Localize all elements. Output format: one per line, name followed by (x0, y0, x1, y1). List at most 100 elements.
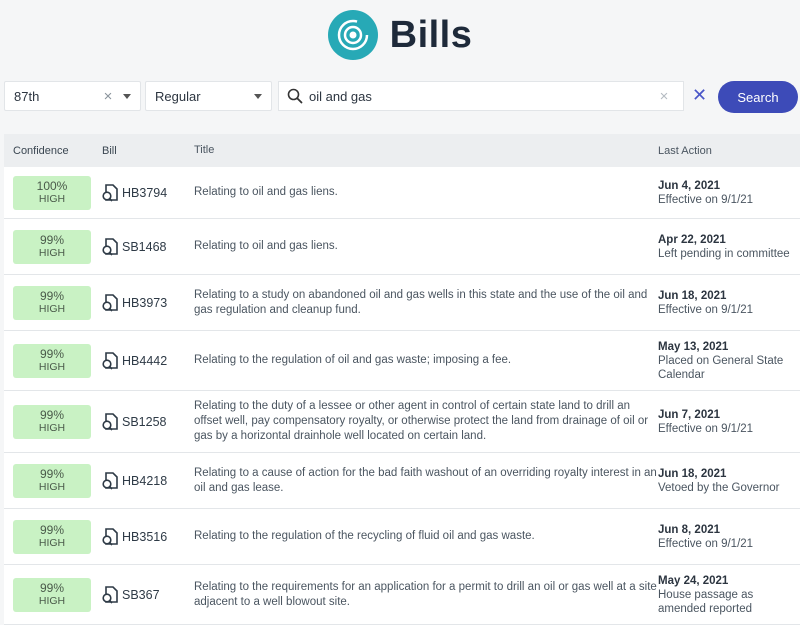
last-action-cell: Jun 18, 2021 Vetoed by the Governor (658, 467, 800, 495)
session-select[interactable]: 87th × (4, 81, 141, 111)
confidence-level: HIGH (38, 422, 66, 434)
confidence-cell: 99% HIGH (4, 463, 102, 498)
action-status: Effective on 9/1/21 (658, 422, 754, 435)
action-date: Jun 7, 2021 (658, 408, 721, 421)
confidence-value: 99% (39, 289, 65, 303)
confidence-badge: 99% HIGH (13, 577, 91, 612)
confidence-level: HIGH (38, 537, 66, 549)
bill-number[interactable]: HB3516 (122, 530, 167, 544)
action-status: Vetoed by the Governor (658, 481, 780, 494)
confidence-cell: 99% HIGH (4, 577, 102, 612)
table-row[interactable]: 99% HIGH SB367 Relating to the requireme… (4, 565, 800, 625)
last-action-cell: Jun 8, 2021 Effective on 9/1/21 (658, 523, 800, 551)
confidence-level: HIGH (38, 361, 66, 373)
header-title[interactable]: Title (194, 143, 658, 158)
bill-cell: HB3516 (102, 527, 194, 546)
confidence-badge: 99% HIGH (13, 285, 91, 320)
table-row[interactable]: 99% HIGH HB3973 Relating to a study on a… (4, 275, 800, 331)
search-field[interactable]: × (278, 81, 684, 111)
confidence-cell: 99% HIGH (4, 229, 102, 264)
last-action-cell: Jun 18, 2021 Effective on 9/1/21 (658, 289, 800, 317)
action-date: May 13, 2021 (658, 340, 729, 353)
table-row[interactable]: 99% HIGH HB4442 Relating to the regulati… (4, 331, 800, 391)
confidence-value: 100% (36, 179, 68, 193)
confidence-value: 99% (39, 408, 65, 422)
bill-cell: HB3973 (102, 293, 194, 312)
search-button[interactable]: Search (718, 81, 798, 113)
bill-number[interactable]: SB1258 (122, 415, 166, 429)
action-date: Jun 4, 2021 (658, 179, 721, 192)
clear-all-icon[interactable]: ✕ (692, 85, 707, 106)
confidence-value: 99% (39, 233, 65, 247)
table-body: 100% HIGH HB3794 Relating to oil and gas… (4, 167, 800, 625)
confidence-level: HIGH (38, 595, 66, 607)
bill-title: Relating to the requirements for an appl… (194, 580, 657, 608)
action-date: Apr 22, 2021 (658, 233, 726, 246)
chevron-down-icon[interactable] (123, 93, 131, 99)
bill-number[interactable]: HB4442 (122, 354, 167, 368)
type-select[interactable]: Regular (145, 81, 272, 111)
confidence-value: 99% (39, 581, 65, 595)
bill-number[interactable]: SB1468 (122, 240, 166, 254)
confidence-badge: 99% HIGH (13, 343, 91, 378)
table-row[interactable]: 99% HIGH SB1468 Relating to oil and gas … (4, 219, 800, 275)
confidence-cell: 99% HIGH (4, 519, 102, 554)
confidence-value: 99% (39, 467, 65, 481)
session-clear-icon[interactable]: × (99, 88, 117, 105)
confidence-level: HIGH (38, 481, 66, 493)
action-status: Left pending in committee (658, 247, 790, 260)
header-confidence[interactable]: Confidence (4, 145, 102, 157)
document-icon (102, 527, 118, 546)
search-input[interactable] (309, 88, 655, 104)
document-icon (102, 293, 118, 312)
table-header: Confidence Bill Title Last Action (4, 134, 800, 167)
document-icon (102, 237, 118, 256)
confidence-cell: 99% HIGH (4, 343, 102, 378)
table-row[interactable]: 99% HIGH SB1258 Relating to the duty of … (4, 391, 800, 453)
bill-cell: HB4218 (102, 471, 194, 490)
bill-number[interactable]: HB3973 (122, 296, 167, 310)
last-action-cell: May 13, 2021 Placed on General State Cal… (658, 340, 800, 382)
confidence-value: 99% (39, 347, 65, 361)
action-date: May 24, 2021 (658, 574, 729, 587)
bill-number[interactable]: SB367 (122, 588, 160, 602)
document-icon (102, 585, 118, 604)
last-action-cell: May 24, 2021 House passage as amended re… (658, 574, 800, 616)
page-title: Bills (389, 13, 473, 56)
confidence-badge: 99% HIGH (13, 229, 91, 264)
confidence-cell: 100% HIGH (4, 175, 102, 210)
bill-number[interactable]: HB4218 (122, 474, 167, 488)
action-status: Placed on General State Calendar (658, 354, 784, 381)
bill-cell: SB1258 (102, 412, 194, 431)
bills-table: Confidence Bill Title Last Action 100% H… (4, 134, 800, 625)
bill-cell: SB367 (102, 585, 194, 604)
action-date: Jun 18, 2021 (658, 289, 727, 302)
bill-number[interactable]: HB3794 (122, 186, 167, 200)
confidence-cell: 99% HIGH (4, 404, 102, 439)
confidence-badge: 99% HIGH (13, 463, 91, 498)
document-icon (102, 412, 118, 431)
last-action-cell: Apr 22, 2021 Left pending in committee (658, 233, 800, 261)
document-icon (102, 471, 118, 490)
action-date: Jun 18, 2021 (658, 467, 727, 480)
confidence-badge: 99% HIGH (13, 519, 91, 554)
bill-title: Relating to the duty of a lessee or othe… (194, 400, 649, 442)
action-status: House passage as amended reported (658, 588, 754, 615)
chevron-down-icon[interactable] (254, 93, 262, 99)
table-row[interactable]: 100% HIGH HB3794 Relating to oil and gas… (4, 167, 800, 219)
search-clear-icon[interactable]: × (655, 88, 673, 105)
document-icon (102, 183, 118, 202)
action-status: Effective on 9/1/21 (658, 303, 754, 316)
header-last-action[interactable]: Last Action (658, 144, 800, 158)
bill-title: Relating to a study on abandoned oil and… (194, 288, 648, 316)
table-row[interactable]: 99% HIGH HB4218 Relating to a cause of a… (4, 453, 800, 509)
last-action-cell: Jun 4, 2021 Effective on 9/1/21 (658, 179, 800, 207)
header-bill[interactable]: Bill (102, 145, 194, 157)
bill-title: Relating to the regulation of oil and ga… (194, 354, 512, 366)
bill-cell: SB1468 (102, 237, 194, 256)
bill-cell: HB4442 (102, 351, 194, 370)
bill-title: Relating to the regulation of the recycl… (194, 530, 535, 542)
table-row[interactable]: 99% HIGH HB3516 Relating to the regulati… (4, 509, 800, 565)
bill-title: Relating to oil and gas liens. (194, 240, 338, 252)
bill-cell: HB3794 (102, 183, 194, 202)
